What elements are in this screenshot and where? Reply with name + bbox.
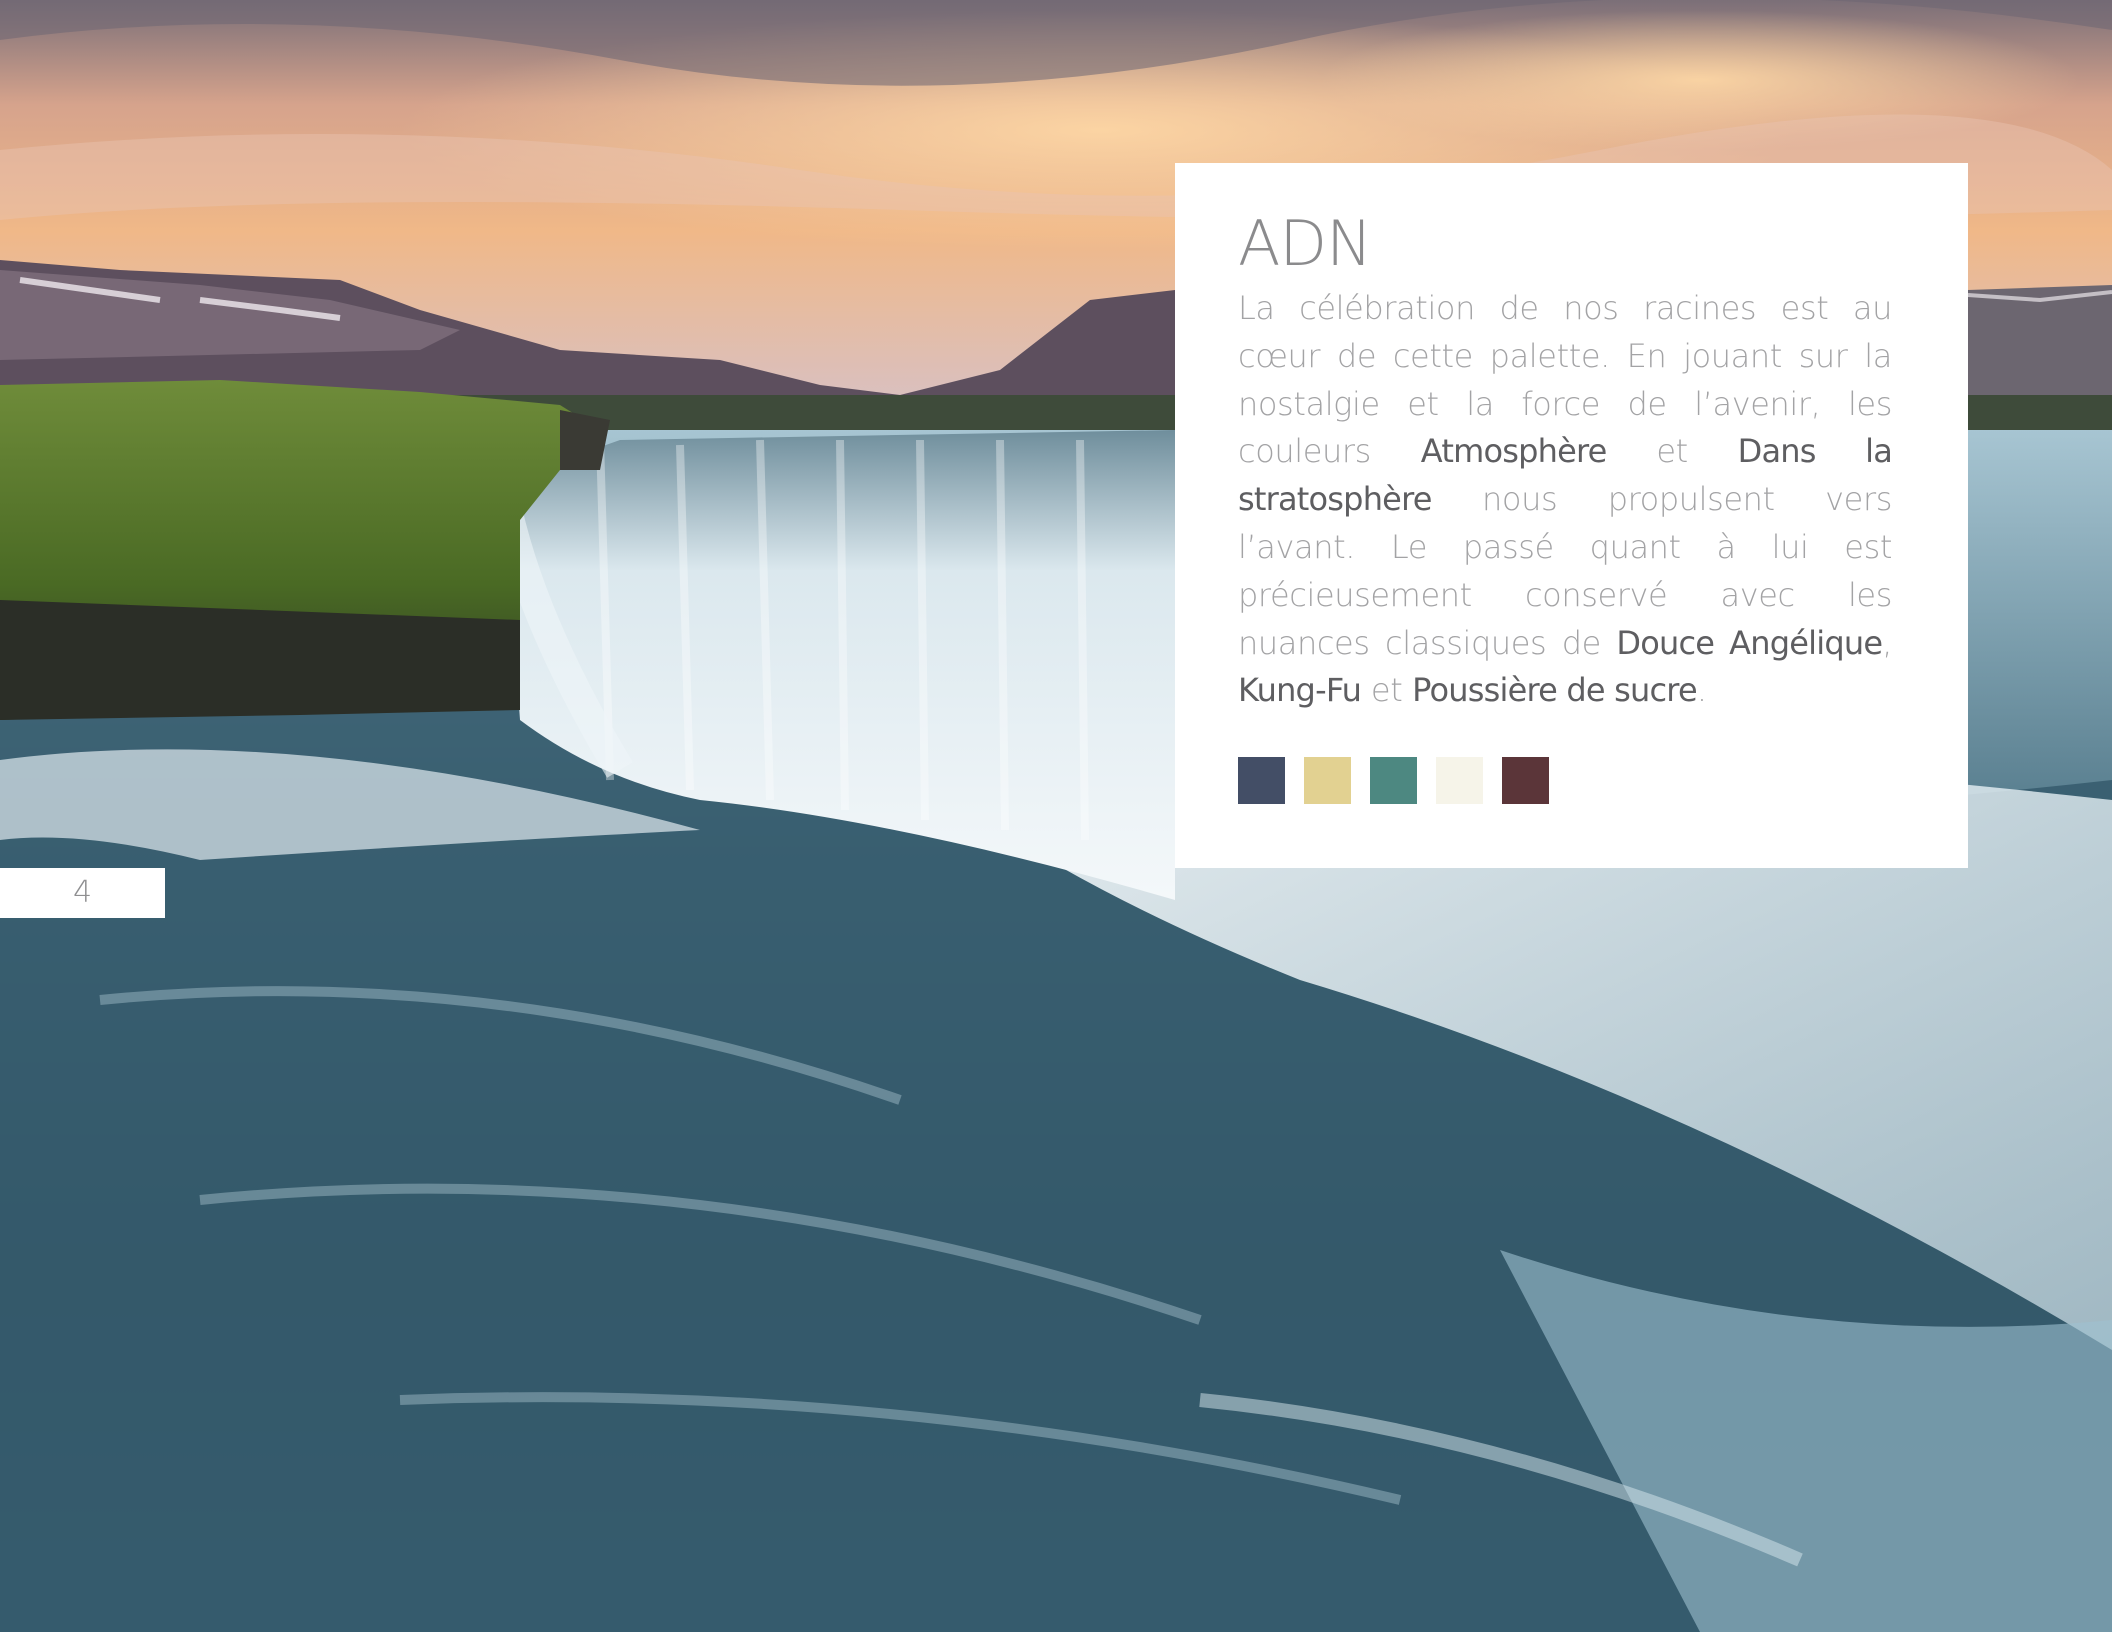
body-text-segment: et xyxy=(1361,671,1413,710)
color-name-atmosphere: Atmosphère xyxy=(1420,432,1608,471)
card-title: ADN xyxy=(1238,207,1373,280)
color-name-kung-fu: Kung-Fu xyxy=(1238,671,1362,710)
body-text-segment: , xyxy=(1882,623,1892,662)
color-swatch-5 xyxy=(1502,757,1549,804)
page-number: 4 xyxy=(0,868,165,918)
body-text-segment: . xyxy=(1696,671,1707,710)
color-swatch-4 xyxy=(1436,757,1483,804)
color-swatch-1 xyxy=(1238,757,1285,804)
color-swatch-2 xyxy=(1304,757,1351,804)
card-body-text: La célébration de nos racines est au cœu… xyxy=(1238,285,1893,715)
color-name-poussiere-de-sucre: Poussière de sucre xyxy=(1412,671,1698,710)
color-swatch-3 xyxy=(1370,757,1417,804)
body-text-segment: et xyxy=(1606,432,1738,471)
color-swatch-row xyxy=(1238,757,1549,804)
color-name-douce-angelique: Douce Angélique xyxy=(1616,623,1883,662)
adn-info-card: ADN La célébration de nos racines est au… xyxy=(1175,163,1968,868)
